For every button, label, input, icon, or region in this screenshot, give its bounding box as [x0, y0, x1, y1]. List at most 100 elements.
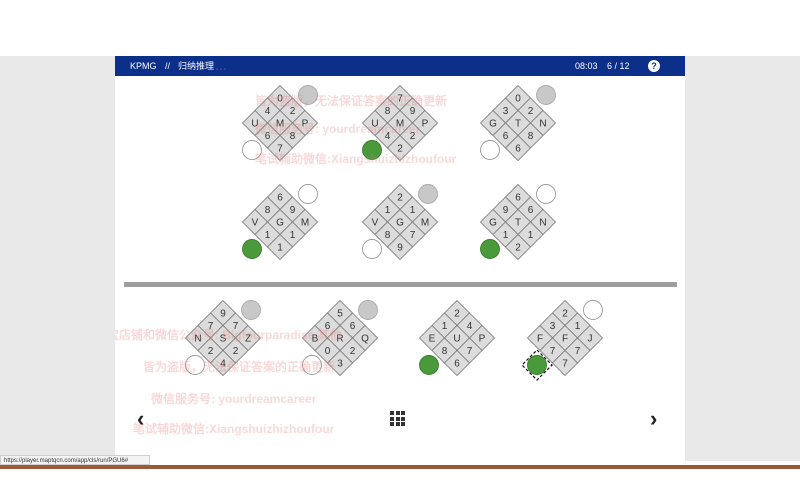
cell-symbol: 6	[515, 144, 521, 155]
cell-symbol: E	[429, 334, 436, 345]
bottom-marker-empty	[242, 140, 262, 160]
cell-symbol: 1	[528, 230, 534, 241]
cell-symbol: 1	[277, 243, 283, 254]
right-backdrop	[685, 56, 800, 461]
cell-symbol: Q	[361, 334, 369, 345]
cell-symbol: 2	[208, 346, 214, 357]
cell-symbol: 2	[410, 131, 416, 142]
cell-symbol: 3	[337, 359, 343, 370]
puzzle-area: 04 2U M P6 8778 9U M P4 2203 2G T N6 8668 9V G M1 1121 1V…	[184, 84, 604, 381]
cell-symbol: G	[396, 218, 404, 229]
prev-question-button[interactable]: ‹	[137, 408, 144, 430]
cell-symbol: 7	[575, 346, 581, 357]
left-backdrop	[0, 56, 115, 461]
cell-symbol: 9	[397, 243, 403, 254]
cell-symbol: 0	[277, 94, 283, 105]
cell-symbol: 8	[442, 346, 448, 357]
cell-symbol: 2	[397, 193, 403, 204]
cell-symbol: 7	[467, 346, 473, 357]
top-marker-gray	[241, 300, 261, 320]
cell-symbol: M	[396, 119, 404, 130]
answer-option-3[interactable]: 21 4 E U P 8 76	[418, 299, 496, 377]
cell-symbol: 5	[337, 309, 343, 320]
cell-symbol: T	[515, 119, 521, 130]
cell-symbol: B	[312, 334, 319, 345]
cell-symbol: 1	[503, 230, 509, 241]
cell-symbol: 8	[290, 131, 296, 142]
top-marker-empty	[298, 184, 318, 204]
bottom-marker-green	[362, 140, 382, 160]
top-marker-gray	[536, 85, 556, 105]
cell-symbol: 4	[385, 131, 391, 142]
cell-symbol: P	[422, 119, 429, 130]
cell-symbol: 1	[442, 321, 448, 332]
cell-symbol: 9	[410, 106, 416, 117]
cell-symbol: 3	[550, 321, 556, 332]
cell-symbol: 7	[208, 321, 214, 332]
cell-symbol: 2	[454, 309, 460, 320]
cell-symbol: V	[372, 218, 379, 229]
answer-option-4[interactable]: 23 1F F J7 77	[521, 299, 604, 381]
bottom-marker-empty	[185, 355, 205, 375]
question-figure: 78 9U M P4 22	[361, 84, 439, 162]
cell-symbol: Z	[245, 334, 251, 345]
cell-symbol: M	[276, 119, 284, 130]
cell-symbol: U	[371, 119, 378, 130]
bottom-marker-empty	[362, 239, 382, 259]
cell-symbol: 9	[290, 205, 296, 216]
top-marker-empty	[583, 300, 603, 320]
cell-symbol: 1	[290, 230, 296, 241]
cell-symbol: 2	[397, 144, 403, 155]
cell-symbol: 6	[515, 193, 521, 204]
next-question-button[interactable]: ›	[650, 408, 657, 430]
status-url: https://player.maptqcn.com/app/cls/run/P…	[0, 455, 150, 465]
cell-symbol: 8	[385, 106, 391, 117]
cell-symbol: S	[220, 334, 227, 345]
cell-symbol: 7	[410, 230, 416, 241]
cell-symbol: 2	[515, 243, 521, 254]
cell-symbol: 2	[233, 346, 239, 357]
cell-symbol: N	[539, 218, 546, 229]
cell-symbol: P	[302, 119, 309, 130]
cell-symbol: P	[479, 334, 486, 345]
cell-symbol: 6	[454, 359, 460, 370]
cell-symbol: 6	[528, 205, 534, 216]
cell-symbol: U	[453, 334, 460, 345]
cell-symbol: 7	[550, 346, 556, 357]
cell-symbol: 7	[397, 94, 403, 105]
cell-symbol: 7	[233, 321, 239, 332]
cell-symbol: M	[421, 218, 429, 229]
question-figure: 04 2 U M P 6 87	[241, 84, 319, 162]
cell-symbol: 7	[277, 144, 283, 155]
answer-option-2[interactable]: 56 6B R Q0 23	[301, 299, 379, 377]
cell-symbol: 8	[385, 230, 391, 241]
cell-symbol: 1	[265, 230, 271, 241]
cell-symbol: 1	[385, 205, 391, 216]
cell-symbol: V	[252, 218, 259, 229]
cell-symbol: N	[539, 119, 546, 130]
cell-symbol: 2	[562, 309, 568, 320]
cell-symbol: 4	[467, 321, 473, 332]
test-player: KPMG // 归纳推理 08:03 6 / 12 ? 042UMP687789…	[115, 56, 685, 461]
question-figure: 03 2G T N6 86	[479, 84, 557, 162]
cell-symbol: 2	[290, 106, 296, 117]
question-grid-icon[interactable]	[390, 411, 405, 426]
cell-symbol: 4	[220, 359, 226, 370]
bottom-marker-empty	[480, 140, 500, 160]
question-figure: 69 6G T N1 12	[479, 183, 557, 261]
top-marker-gray	[358, 300, 378, 320]
section-divider	[124, 282, 677, 287]
bottom-marker-green	[527, 355, 547, 375]
cell-symbol: 6	[277, 193, 283, 204]
bottom-marker-green	[242, 239, 262, 259]
browser-viewport: KPMG // 归纳推理 08:03 6 / 12 ? 042UMP687789…	[0, 0, 800, 500]
cell-symbol: 8	[265, 205, 271, 216]
bottom-marker-green	[480, 239, 500, 259]
cell-symbol: R	[336, 334, 343, 345]
cell-symbol: 6	[325, 321, 331, 332]
cell-symbol: J	[588, 334, 593, 345]
cell-symbol: G	[489, 218, 497, 229]
answer-option-1[interactable]: 97 7N S Z2 24	[184, 299, 262, 377]
cell-symbol: G	[276, 218, 284, 229]
cell-symbol: 2	[350, 346, 356, 357]
